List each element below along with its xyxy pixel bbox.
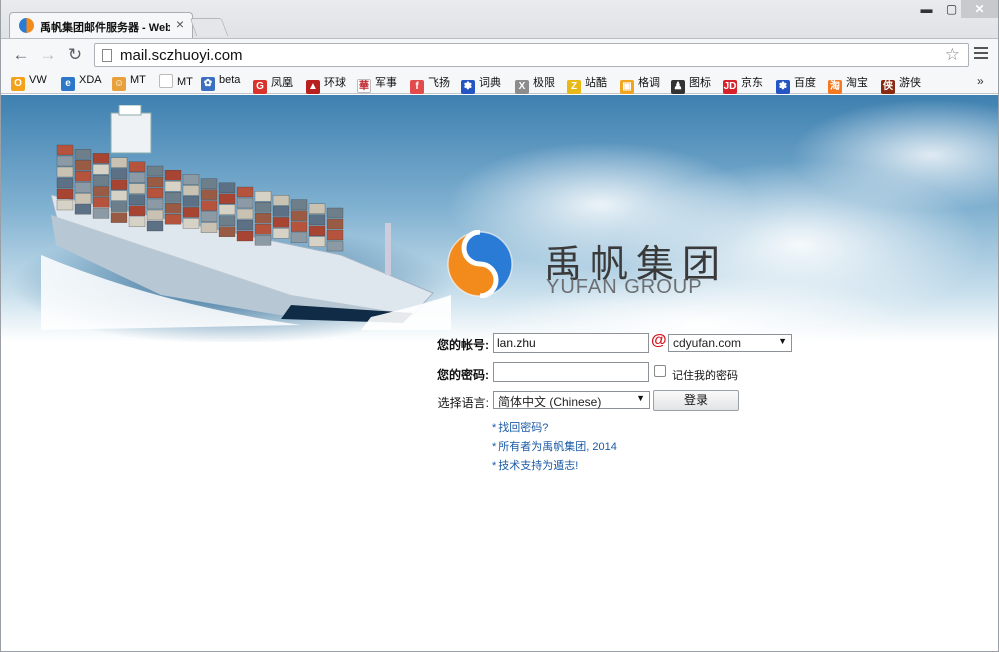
bookmark-favicon-icon: ▣ [620, 80, 634, 94]
browser-toolbar: ← → ↻ mail.sczhuoyi.com ☆ [1, 38, 998, 70]
bookmark-item[interactable]: ✽ 百度 [776, 74, 816, 94]
bookmark-item[interactable]: JD 京东 [723, 74, 763, 94]
bookmark-favicon-icon: 華 [357, 79, 371, 93]
page-icon [102, 49, 112, 62]
bookmark-star-icon[interactable]: ☆ [945, 45, 960, 65]
container-ship-image [41, 105, 451, 330]
bookmark-label: 环球 [324, 77, 346, 89]
tab-strip: 禹帆集团邮件服务器 - Webmail × ▬ ▢ ✕ [1, 0, 998, 38]
tab-close-icon[interactable]: × [176, 16, 184, 32]
bookmark-item[interactable]: ☺ MT [112, 74, 146, 91]
yufan-logo-icon [447, 230, 513, 298]
bookmark-favicon-icon: G [253, 80, 267, 94]
login-button[interactable]: 登录 [653, 390, 739, 411]
bookmark-favicon-icon [159, 74, 173, 88]
remember-password-label[interactable]: 记住我的密码 [672, 367, 738, 383]
bookmark-label: 极限 [533, 77, 555, 89]
bookmark-label: 站酷 [585, 77, 607, 89]
bookmarks-bar: » O VW e XDA ☺ MT MT ✿ beta G 凤凰 ▲ 环球華军事 f 飞扬 ✽ 词典 X 极限 Z 站酷… [1, 70, 998, 94]
browser-window: 禹帆集团邮件服务器 - Webmail × ▬ ▢ ✕ ← → ↻ mail.s… [0, 0, 999, 652]
at-sign: @ [651, 332, 667, 349]
bookmark-item[interactable]: Z 站酷 [567, 74, 607, 94]
footer-links: * 找回密码? * 所有者为禹帆集团, 2014 * 技术支持为遁志! [492, 419, 617, 476]
bookmark-favicon-icon: ✿ [201, 77, 215, 91]
bookmark-label: 京东 [741, 77, 763, 89]
language-select[interactable]: 简体中文 (Chinese) ▼ [493, 391, 650, 409]
bookmark-item[interactable]: e XDA [61, 74, 102, 91]
bookmark-item[interactable]: G 凤凰 [253, 74, 293, 94]
bookmark-item[interactable]: ✿ beta [201, 74, 241, 91]
bookmark-label: 词典 [479, 77, 501, 89]
dropdown-arrow-icon: ▼ [636, 393, 645, 403]
back-arrow-icon[interactable]: ← [11, 45, 31, 65]
account-input[interactable]: lan.zhu [493, 333, 649, 353]
tab-title: 禹帆集团邮件服务器 - Webmail [40, 22, 170, 34]
bookmark-label: beta [219, 74, 241, 86]
bookmark-favicon-icon: O [11, 77, 25, 91]
bookmark-label: 格调 [638, 77, 660, 89]
bookmark-favicon-icon: 侠 [881, 80, 895, 94]
bookmark-favicon-icon: ♟ [671, 80, 685, 94]
bookmark-item[interactable]: ▣ 格调 [620, 74, 660, 94]
hero-banner: 禹帆集团 YUFAN GROUP [1, 95, 998, 342]
bookmark-label: 百度 [794, 77, 816, 89]
forward-arrow-icon[interactable]: → [38, 45, 58, 65]
bookmark-label: 飞扬 [428, 77, 450, 89]
bookmark-favicon-icon: JD [723, 80, 737, 94]
password-input[interactable] [493, 362, 649, 382]
domain-select[interactable]: cdyufan.com ▼ [668, 334, 792, 352]
bookmark-item[interactable]: 淘淘宝 [828, 74, 868, 94]
bookmark-favicon-icon: ✽ [461, 80, 475, 94]
bookmark-favicon-icon: ✽ [776, 80, 790, 94]
bookmark-label: XDA [79, 74, 102, 86]
bookmark-item[interactable]: 侠游侠 [881, 74, 921, 94]
bookmark-label: VW [29, 74, 47, 86]
bookmark-label: MT [130, 74, 146, 86]
bookmark-label: 凤凰 [271, 77, 293, 89]
bookmark-favicon-icon: Z [567, 80, 581, 94]
url-text[interactable]: mail.sczhuoyi.com [120, 47, 243, 64]
remember-password-checkbox[interactable] [654, 365, 666, 377]
site-favicon-icon [19, 18, 34, 33]
window-minimize-button[interactable]: ▬ [914, 0, 939, 18]
bookmark-favicon-icon: ▲ [306, 80, 320, 94]
bookmark-item[interactable]: ▲ 环球 [306, 74, 346, 94]
page-content: 禹帆集团 YUFAN GROUP 您的帐号: lan.zhu @ cdyufan… [1, 95, 998, 651]
bookmark-item[interactable]: O VW [11, 74, 47, 91]
bookmark-label: 游侠 [899, 77, 921, 89]
reload-icon[interactable]: ↻ [65, 45, 85, 65]
bookmark-label: 军事 [375, 77, 397, 89]
brand-name-en: YUFAN GROUP [546, 276, 703, 298]
bookmark-label: 图标 [689, 77, 711, 89]
bookmark-item[interactable]: MT [159, 74, 193, 90]
link-copyright[interactable]: * 所有者为禹帆集团, 2014 [492, 438, 617, 457]
browser-menu-icon[interactable] [974, 47, 988, 61]
bookmark-item[interactable]: ✽ 词典 [461, 74, 501, 94]
bookmark-favicon-icon: X [515, 80, 529, 94]
domain-select-value: cdyufan.com [673, 336, 742, 350]
address-bar[interactable]: mail.sczhuoyi.com ☆ [94, 43, 969, 67]
bookmark-favicon-icon: e [61, 77, 75, 91]
language-label: 选择语言: [437, 396, 489, 410]
bookmark-favicon-icon: 淘 [828, 80, 842, 94]
bookmarks-overflow-icon[interactable]: » [977, 74, 984, 88]
account-label: 您的帐号: [437, 338, 489, 352]
dropdown-arrow-icon: ▼ [778, 336, 787, 346]
bookmark-favicon-icon: ☺ [112, 77, 126, 91]
bookmark-label: 淘宝 [846, 77, 868, 89]
window-close-button[interactable]: ✕ [961, 0, 998, 18]
password-label: 您的密码: [437, 368, 489, 382]
new-tab-button[interactable] [189, 18, 229, 36]
bookmark-item[interactable]: ♟ 图标 [671, 74, 711, 94]
bookmark-item[interactable]: X 极限 [515, 74, 555, 94]
bookmark-item[interactable]: f 飞扬 [410, 74, 450, 94]
language-select-value: 简体中文 (Chinese) [498, 395, 602, 409]
bookmark-favicon-icon: f [410, 80, 424, 94]
bookmark-label: MT [177, 76, 193, 88]
link-retrieve-password[interactable]: * 找回密码? [492, 419, 617, 438]
active-tab[interactable]: 禹帆集团邮件服务器 - Webmail × [9, 12, 193, 38]
bookmark-item[interactable]: 華军事 [357, 74, 397, 93]
link-tech-support[interactable]: * 技术支持为遁志! [492, 457, 617, 476]
